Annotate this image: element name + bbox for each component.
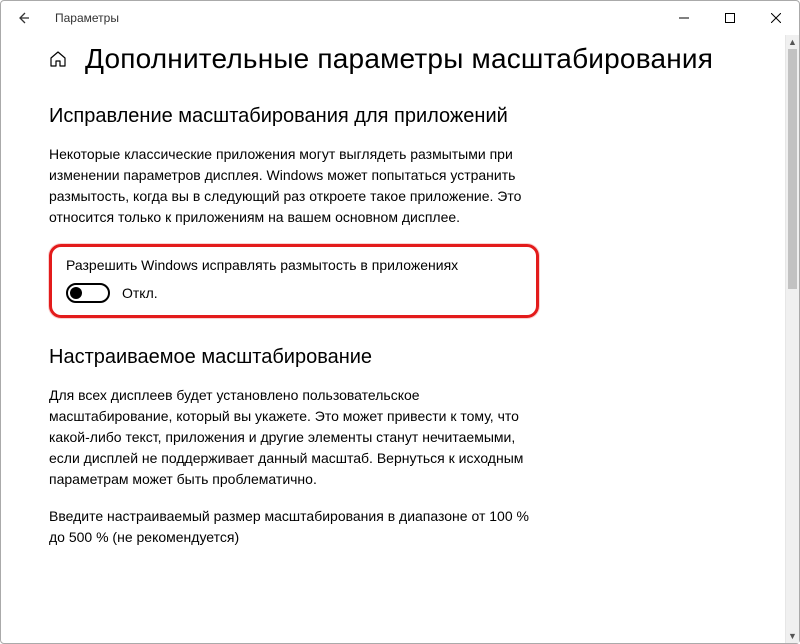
- fix-blur-toggle-label: Разрешить Windows исправлять размытость …: [66, 257, 522, 273]
- close-button[interactable]: [753, 1, 799, 35]
- section-custom-scaling: Настраиваемое масштабирование Для всех д…: [49, 344, 751, 548]
- window-title: Параметры: [55, 11, 119, 25]
- minimize-button[interactable]: [661, 1, 707, 35]
- page-header: Дополнительные параметры масштабирования: [49, 43, 751, 75]
- maximize-button[interactable]: [707, 1, 753, 35]
- vertical-scrollbar[interactable]: ▲ ▼: [785, 35, 799, 643]
- scroll-thumb[interactable]: [788, 49, 797, 289]
- section-custom-scaling-heading: Настраиваемое масштабирование: [49, 344, 751, 371]
- scroll-up-icon[interactable]: ▲: [786, 35, 799, 49]
- content-area: Дополнительные параметры масштабирования…: [1, 35, 799, 643]
- home-icon[interactable]: [49, 50, 67, 68]
- highlighted-toggle-area: Разрешить Windows исправлять размытость …: [49, 244, 539, 318]
- fix-blur-toggle[interactable]: [66, 283, 110, 303]
- section-scaling-fix-description: Некоторые классические приложения могут …: [49, 144, 529, 228]
- maximize-icon: [725, 13, 735, 23]
- settings-window: Параметры Дополнительные параметры масшт…: [0, 0, 800, 644]
- minimize-icon: [679, 13, 689, 23]
- section-scaling-fix-heading: Исправление масштабирования для приложен…: [49, 103, 751, 130]
- back-button[interactable]: [15, 10, 31, 26]
- fix-blur-toggle-state: Откл.: [122, 285, 158, 301]
- custom-scaling-hint: Введите настраиваемый размер масштабиров…: [49, 506, 529, 548]
- toggle-row: Откл.: [66, 283, 522, 303]
- close-icon: [771, 13, 781, 23]
- back-arrow-icon: [16, 11, 30, 25]
- page-title: Дополнительные параметры масштабирования: [85, 43, 713, 75]
- section-custom-scaling-description: Для всех дисплеев будет установлено поль…: [49, 385, 529, 490]
- titlebar: Параметры: [1, 1, 799, 35]
- scroll-down-icon[interactable]: ▼: [786, 629, 799, 643]
